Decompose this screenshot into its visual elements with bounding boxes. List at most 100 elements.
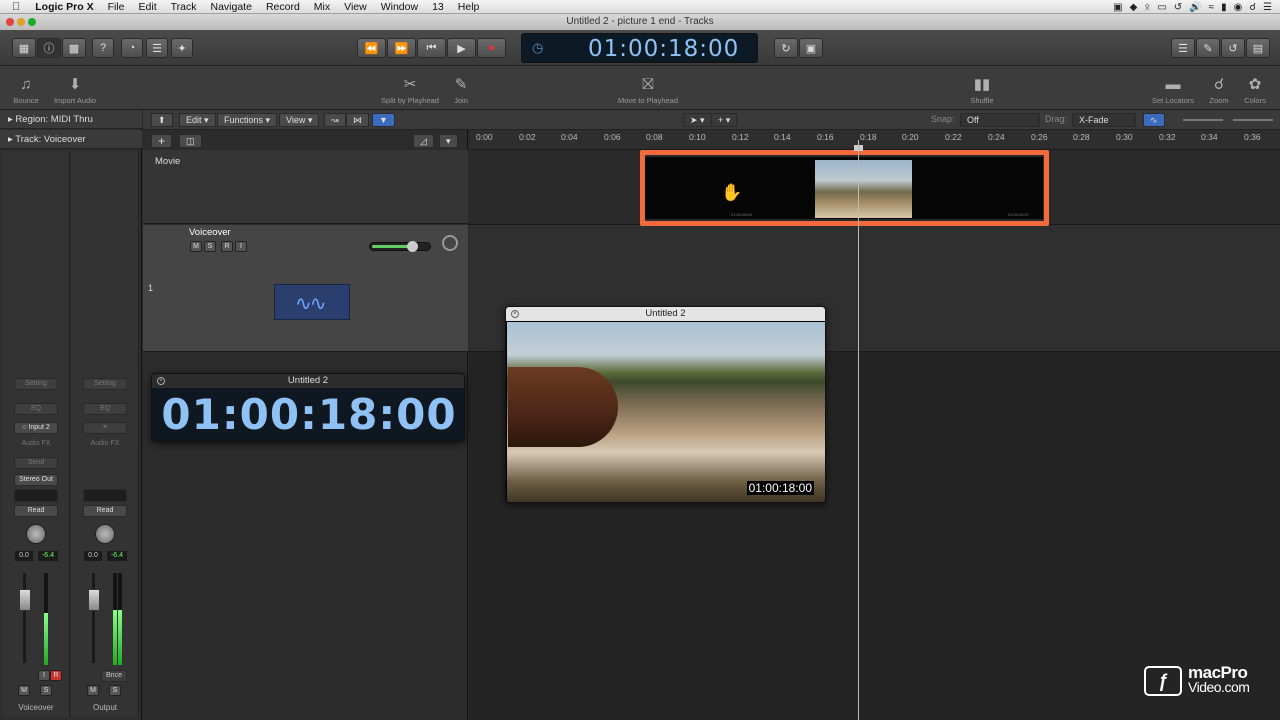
- go-to-beginning-button[interactable]: ⏮: [417, 38, 446, 58]
- edit-menu[interactable]: Edit ▾: [179, 113, 216, 127]
- movie-track-header[interactable]: Movie: [143, 150, 468, 224]
- tuner-button[interactable]: ▣: [799, 38, 823, 58]
- volume-fader[interactable]: [88, 589, 100, 611]
- view-menu[interactable]: View ▾: [279, 113, 320, 127]
- user-icon[interactable]: ◉: [1234, 2, 1243, 13]
- display-icon[interactable]: ▭: [1157, 2, 1166, 13]
- track-solo-button[interactable]: S: [204, 241, 216, 252]
- record-button[interactable]: ●: [477, 38, 506, 58]
- volume-fader[interactable]: [19, 589, 31, 611]
- join-tool[interactable]: ✎ Join: [450, 76, 472, 105]
- colors-tool[interactable]: ✿ Colors: [1240, 76, 1270, 105]
- dropbox-icon[interactable]: ◆: [1130, 2, 1138, 13]
- zoom-window-button[interactable]: [28, 18, 36, 26]
- collapse-button[interactable]: ▾: [439, 134, 458, 148]
- volume-fader-track[interactable]: [23, 573, 26, 663]
- menu-file[interactable]: File: [101, 1, 132, 13]
- menu-window[interactable]: Window: [374, 1, 425, 13]
- back-button[interactable]: ⬆: [151, 113, 173, 127]
- group-slot[interactable]: [14, 489, 58, 502]
- secondary-tool-menu[interactable]: + ▾: [711, 113, 738, 127]
- record-enable-button[interactable]: R: [50, 670, 62, 681]
- battery-icon[interactable]: ▮: [1221, 2, 1227, 13]
- menu-view[interactable]: View: [337, 1, 374, 13]
- menu-help[interactable]: Help: [451, 1, 487, 13]
- audio-fx-slot[interactable]: Audio FX: [83, 439, 127, 451]
- spotlight-icon[interactable]: ☌: [1249, 2, 1256, 13]
- lcd-display[interactable]: ◷ 01:00:18:00: [521, 33, 758, 63]
- big-lcd-window[interactable]: × Untitled 2 01:00:18:00: [151, 373, 465, 442]
- automation-mode[interactable]: Read: [83, 505, 127, 517]
- global-tracks-button[interactable]: ◿: [413, 134, 434, 148]
- shuffle-tool[interactable]: ▮▮ Shuffle: [958, 76, 1006, 105]
- input-monitor-button[interactable]: I: [38, 670, 50, 681]
- pan-knob[interactable]: [26, 524, 46, 544]
- menu-track[interactable]: Track: [164, 1, 204, 13]
- solo-button[interactable]: S: [109, 685, 121, 696]
- apple-menu-icon[interactable]: : [0, 1, 28, 13]
- stereo-link-button[interactable]: ⚭: [83, 422, 127, 434]
- add-track-button[interactable]: +: [151, 134, 173, 148]
- timeline-ruler[interactable]: 0:00 0:02 0:04 0:06 0:08 0:10 0:12 0:14 …: [469, 130, 1280, 150]
- send-slot[interactable]: Send: [14, 457, 58, 469]
- automation-mode[interactable]: Read: [14, 505, 58, 517]
- eq-button[interactable]: EQ: [14, 403, 58, 415]
- track-inspector-header[interactable]: ▸ Track: Voiceover: [0, 130, 142, 149]
- flex-view-button[interactable]: ⋈: [346, 113, 369, 127]
- bluetooth-icon[interactable]: ᛟ: [1144, 2, 1150, 13]
- smart-controls-button[interactable]: ◔: [121, 38, 143, 58]
- movie-window[interactable]: × Untitled 2 01:00:18:00: [505, 306, 826, 503]
- move-to-playhead-tool[interactable]: ⛝ Move to Playhead: [615, 76, 681, 105]
- set-locators-tool[interactable]: ▬ Set Locators: [1150, 76, 1196, 105]
- track-volume-slider[interactable]: [369, 241, 431, 252]
- movie-window-title-bar[interactable]: × Untitled 2: [506, 307, 825, 321]
- volume-icon[interactable]: 🔊: [1189, 2, 1201, 13]
- wifi-icon[interactable]: ≈: [1209, 2, 1215, 13]
- fast-forward-button[interactable]: ⏩: [387, 38, 416, 58]
- close-icon[interactable]: ×: [511, 310, 519, 318]
- loop-browser-button[interactable]: ↺: [1221, 38, 1245, 58]
- vertical-zoom-slider[interactable]: [1183, 119, 1223, 121]
- menu-navigate[interactable]: Navigate: [203, 1, 258, 13]
- big-lcd-title-bar[interactable]: × Untitled 2: [152, 374, 464, 388]
- mute-button[interactable]: M: [87, 685, 99, 696]
- library-button[interactable]: ▦: [12, 38, 36, 58]
- menu-mix[interactable]: Mix: [307, 1, 337, 13]
- track-record-button[interactable]: R: [221, 241, 233, 252]
- functions-menu[interactable]: Functions ▾: [217, 113, 278, 127]
- toolbar-button[interactable]: ▩: [62, 38, 86, 58]
- setting-button[interactable]: Setting: [83, 378, 127, 390]
- time-machine-icon[interactable]: ↺: [1174, 2, 1182, 13]
- split-tool[interactable]: ✂ Split by Playhead: [378, 76, 442, 105]
- catch-button[interactable]: ▼: [372, 113, 395, 127]
- output-button[interactable]: Stereo Out: [14, 474, 58, 486]
- bounce-tool[interactable]: ♫ Bounce: [10, 76, 42, 105]
- cycle-button[interactable]: ↻: [774, 38, 798, 58]
- mute-button[interactable]: M: [18, 685, 30, 696]
- volume-fader-track[interactable]: [92, 573, 95, 663]
- inspector-button[interactable]: ⓘ: [37, 38, 61, 58]
- minimize-window-button[interactable]: [17, 18, 25, 26]
- close-icon[interactable]: ×: [157, 377, 165, 385]
- menu-edit[interactable]: Edit: [132, 1, 164, 13]
- solo-button[interactable]: S: [40, 685, 52, 696]
- eq-button[interactable]: EQ: [83, 403, 127, 415]
- bounce-button[interactable]: Bnce: [101, 670, 127, 682]
- playhead-line[interactable]: [858, 140, 859, 720]
- new-folder-button[interactable]: ◫: [179, 134, 202, 148]
- menu-record[interactable]: Record: [259, 1, 307, 13]
- setting-button[interactable]: Setting: [14, 378, 58, 390]
- notifications-icon[interactable]: ☰: [1263, 2, 1272, 13]
- zoom-tool[interactable]: ☌ Zoom: [1206, 76, 1232, 105]
- rewind-button[interactable]: ⏪: [357, 38, 386, 58]
- voiceover-track-header[interactable]: 1 Voiceover M S R I ∿∿: [143, 225, 468, 352]
- list-editors-button[interactable]: ☰: [1171, 38, 1195, 58]
- snap-menu[interactable]: Off: [960, 113, 1040, 127]
- group-slot[interactable]: [83, 489, 127, 502]
- track-input-monitor-button[interactable]: I: [235, 241, 247, 252]
- play-button[interactable]: ▶: [447, 38, 476, 58]
- import-audio-tool[interactable]: ⬇ Import Audio: [50, 76, 100, 105]
- audio-fx-slot[interactable]: Audio FX: [14, 439, 58, 451]
- editors-button[interactable]: ✦: [171, 38, 193, 58]
- mixer-button[interactable]: ☰: [146, 38, 168, 58]
